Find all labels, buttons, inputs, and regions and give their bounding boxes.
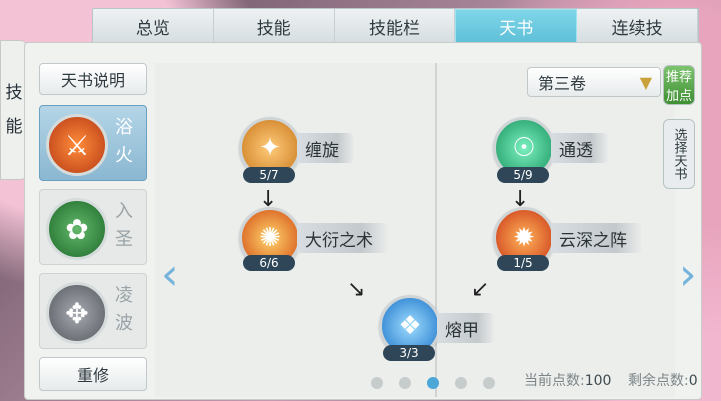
page-dot-active[interactable] <box>427 377 439 389</box>
fire-bow-icon: ⚔ <box>46 114 108 176</box>
side-label-char-2: 能 <box>5 117 23 137</box>
skill-name: 大衍之术 <box>297 223 389 253</box>
remaining-points-label: 剩余点数: <box>628 373 689 389</box>
book-label: 入圣 <box>115 201 133 250</box>
book-rusheng[interactable]: ✿ 入圣 <box>39 189 147 265</box>
main-tab-bar: 总览 技能 技能栏 天书 连续技 <box>92 8 699 44</box>
skill-name: 熔甲 <box>437 313 495 343</box>
skill-name: 通透 <box>551 133 609 163</box>
arrow-diagonal-icon: ↘ <box>347 277 366 302</box>
next-page-arrow[interactable]: › <box>679 249 697 300</box>
arrow-diagonal-icon: ↙ <box>471 277 490 302</box>
current-points: 当前点数:100 <box>524 370 611 390</box>
skill-level: 6/6 <box>243 255 295 271</box>
reset-button[interactable]: 重修 <box>39 357 147 391</box>
page-dot[interactable] <box>371 377 383 389</box>
tab-skills[interactable]: 技能 <box>214 9 335 43</box>
book-yuhuo[interactable]: ⚔ 浴火 <box>39 105 147 181</box>
skill-level: 1/5 <box>497 255 549 271</box>
skill-name: 云深之阵 <box>551 223 643 253</box>
jade-bow-icon: ✿ <box>46 198 108 260</box>
tab-overview[interactable]: 总览 <box>93 9 214 43</box>
book-lingbo[interactable]: ✥ 凌波 <box>39 273 147 349</box>
current-points-label: 当前点数: <box>524 373 585 389</box>
tianshu-explain-button[interactable]: 天书说明 <box>39 63 147 95</box>
select-book-button[interactable]: 选择天书 <box>663 119 695 189</box>
page-dot[interactable] <box>455 377 467 389</box>
tree-divider <box>435 63 437 397</box>
tab-tianshu[interactable]: 天书 <box>455 9 578 43</box>
side-label-char-1: 技 <box>5 83 23 103</box>
tab-skill-bar[interactable]: 技能栏 <box>335 9 456 43</box>
volume-label: 第三卷 <box>538 74 587 93</box>
page-dot[interactable] <box>483 377 495 389</box>
skill-level: 5/7 <box>243 167 295 183</box>
remaining-points-value: 0 <box>688 373 698 389</box>
skill-level: 5/9 <box>497 167 549 183</box>
page-dot[interactable] <box>399 377 411 389</box>
chevron-down-icon: ▼ <box>639 72 652 92</box>
skill-name: 缠旋 <box>297 133 355 163</box>
volume-select[interactable]: 第三卷 ▼ <box>527 67 661 97</box>
current-points-value: 100 <box>584 373 612 389</box>
tianshu-panel: 天书说明 ⚔ 浴火 ✿ 入圣 ✥ 凌波 重修 第三卷 ▼ 推荐加点 选择天书 ‹… <box>24 42 702 400</box>
remaining-points: 剩余点数:0 <box>628 370 698 390</box>
book-label: 凌波 <box>115 285 133 334</box>
recommend-points-button[interactable]: 推荐加点 <box>663 65 695 105</box>
skill-level: 3/3 <box>383 345 435 361</box>
prev-page-arrow[interactable]: ‹ <box>161 249 179 300</box>
tab-combo[interactable]: 连续技 <box>577 9 698 43</box>
silver-bow-icon: ✥ <box>46 282 108 344</box>
book-label: 浴火 <box>115 117 133 166</box>
